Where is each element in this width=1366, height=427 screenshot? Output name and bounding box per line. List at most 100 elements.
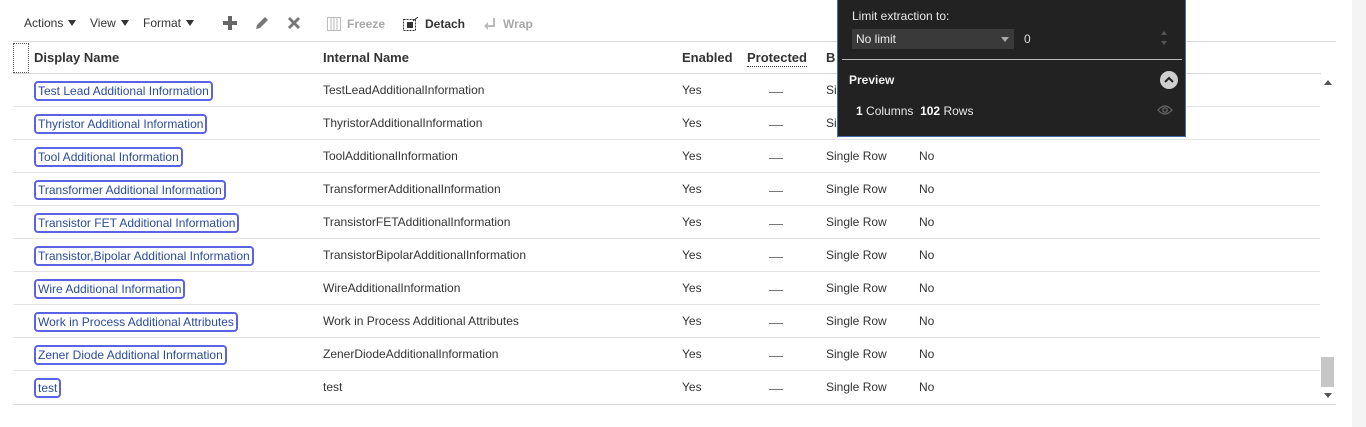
toolbar: Actions View Format Freeze Detach Wrap [0, 0, 840, 44]
col-header-internal-name[interactable]: Internal Name [323, 50, 409, 65]
protected-dash [769, 290, 783, 291]
extraction-panel: Limit extraction to: No limit 0 Preview … [837, 0, 1186, 137]
extra-cell: No [919, 215, 935, 229]
protected-dash [769, 125, 783, 126]
table-row[interactable]: test test Yes Single Row No [13, 371, 1321, 404]
internal-name-cell: TransistorFETAdditionalInformation [323, 215, 511, 229]
limit-extraction-label: Limit extraction to: [852, 9, 950, 23]
view-menu[interactable]: View [90, 16, 129, 30]
col-header-protected[interactable]: Protected [747, 50, 807, 67]
enabled-cell: Yes [682, 248, 702, 262]
enabled-cell: Yes [682, 116, 702, 130]
view-menu-label: View [90, 16, 116, 30]
preview-heading: Preview [849, 73, 895, 87]
protected-dash [769, 191, 783, 192]
display-name-link[interactable]: Work in Process Additional Attributes [34, 312, 238, 332]
table-row[interactable]: Zener Diode Additional Information ZenerD… [13, 338, 1321, 371]
display-name-link[interactable]: Test Lead Additional Information [34, 81, 213, 101]
internal-name-cell: ToolAdditionalInformation [323, 149, 458, 163]
display-name-link[interactable]: Transistor FET Additional Information [34, 213, 240, 233]
panel-divider [842, 59, 1182, 60]
protected-dash [769, 224, 783, 225]
display-name-link[interactable]: Wire Additional Information [34, 279, 186, 299]
chevron-up-icon [1164, 76, 1174, 83]
actions-menu[interactable]: Actions [24, 16, 77, 30]
detach-button[interactable]: Detach [403, 15, 465, 33]
detach-label: Detach [425, 17, 466, 31]
internal-name-cell: Work in Process Additional Attributes [323, 314, 519, 328]
display-name-link[interactable]: Zener Diode Additional Information [34, 345, 227, 365]
stepper-up-icon[interactable] [1161, 31, 1167, 35]
table-row[interactable]: Wire Additional Information WireAdditiona… [13, 272, 1321, 305]
display-name-link[interactable]: Tool Additional Information [34, 147, 183, 167]
table-bottom-border [13, 404, 1336, 405]
extra-cell: No [919, 149, 935, 163]
wrap-button[interactable]: Wrap [483, 15, 533, 33]
display-name-link[interactable]: Transistor,Bipolar Additional Informatio… [34, 246, 254, 266]
behavior-cell: Single Row [826, 215, 887, 229]
protected-dash [769, 389, 783, 390]
limit-extraction-select[interactable]: No limit [852, 29, 1014, 49]
edit-button[interactable] [253, 14, 271, 32]
limit-number-input[interactable]: 0 [1024, 32, 1031, 46]
behavior-cell: Single Row [826, 380, 887, 394]
eye-icon-svg [1157, 105, 1173, 115]
behavior-cell: Si [826, 83, 837, 97]
scrollbar-thumb[interactable] [1321, 357, 1334, 387]
protected-dash [769, 158, 783, 159]
columns-label: Columns [866, 104, 914, 118]
internal-name-cell: ThyristorAdditionalInformation [323, 116, 483, 130]
plus-icon [223, 16, 237, 30]
table-row[interactable]: Transformer Additional Information Transf… [13, 173, 1321, 206]
enabled-cell: Yes [682, 215, 702, 229]
limit-extraction-value: No limit [856, 32, 897, 46]
wrap-icon [484, 18, 495, 30]
enabled-cell: Yes [682, 314, 702, 328]
row-header-corner[interactable] [13, 43, 29, 73]
limit-number-stepper[interactable] [1161, 29, 1169, 49]
behavior-cell: Single Row [826, 149, 887, 163]
table-row[interactable]: Tool Additional Information ToolAdditiona… [13, 140, 1321, 173]
scroll-up-icon[interactable] [1324, 80, 1332, 85]
behavior-cell: Single Row [826, 182, 887, 196]
enabled-cell: Yes [682, 380, 702, 394]
collapse-button[interactable] [1160, 71, 1178, 89]
protected-dash [769, 257, 783, 258]
x-icon [288, 17, 300, 29]
protected-dash [769, 356, 783, 357]
page-scrollbar[interactable] [1352, 0, 1366, 427]
enabled-cell: Yes [682, 83, 702, 97]
scroll-down-icon[interactable] [1324, 393, 1332, 398]
enabled-cell: Yes [682, 281, 702, 295]
freeze-icon [327, 17, 341, 31]
col-header-enabled[interactable]: Enabled [682, 50, 733, 65]
add-button[interactable] [221, 14, 239, 32]
freeze-button[interactable]: Freeze [327, 15, 385, 33]
table-row[interactable]: Work in Process Additional Attributes Wor… [13, 305, 1321, 338]
display-name-link[interactable]: Transformer Additional Information [34, 180, 226, 200]
display-name-link[interactable]: test [34, 378, 62, 398]
behavior-cell: Single Row [826, 347, 887, 361]
chevron-down-icon [120, 20, 129, 26]
table-row[interactable]: Transistor,Bipolar Additional Informatio… [13, 239, 1321, 272]
display-name-link[interactable]: Thyristor Additional Information [34, 114, 208, 134]
enabled-cell: Yes [682, 149, 702, 163]
delete-button[interactable] [285, 14, 303, 32]
enabled-cell: Yes [682, 347, 702, 361]
col-header-display-name[interactable]: Display Name [34, 50, 119, 65]
stepper-down-icon[interactable] [1161, 41, 1167, 45]
extra-cell: No [919, 347, 935, 361]
eye-icon[interactable] [1157, 104, 1173, 116]
protected-dash [769, 323, 783, 324]
format-menu[interactable]: Format [143, 16, 195, 30]
col-header-b[interactable]: B [826, 50, 835, 65]
table-row[interactable]: Transistor FET Additional Information Tra… [13, 206, 1321, 239]
table-scrollbar[interactable] [1320, 74, 1336, 404]
behavior-cell: Single Row [826, 281, 887, 295]
pencil-icon [256, 17, 268, 29]
internal-name-cell: WireAdditionalInformation [323, 281, 461, 295]
rows-count: 102 [920, 104, 941, 118]
extra-cell: No [919, 380, 935, 394]
chevron-down-icon [186, 20, 195, 26]
detach-icon [403, 17, 419, 31]
